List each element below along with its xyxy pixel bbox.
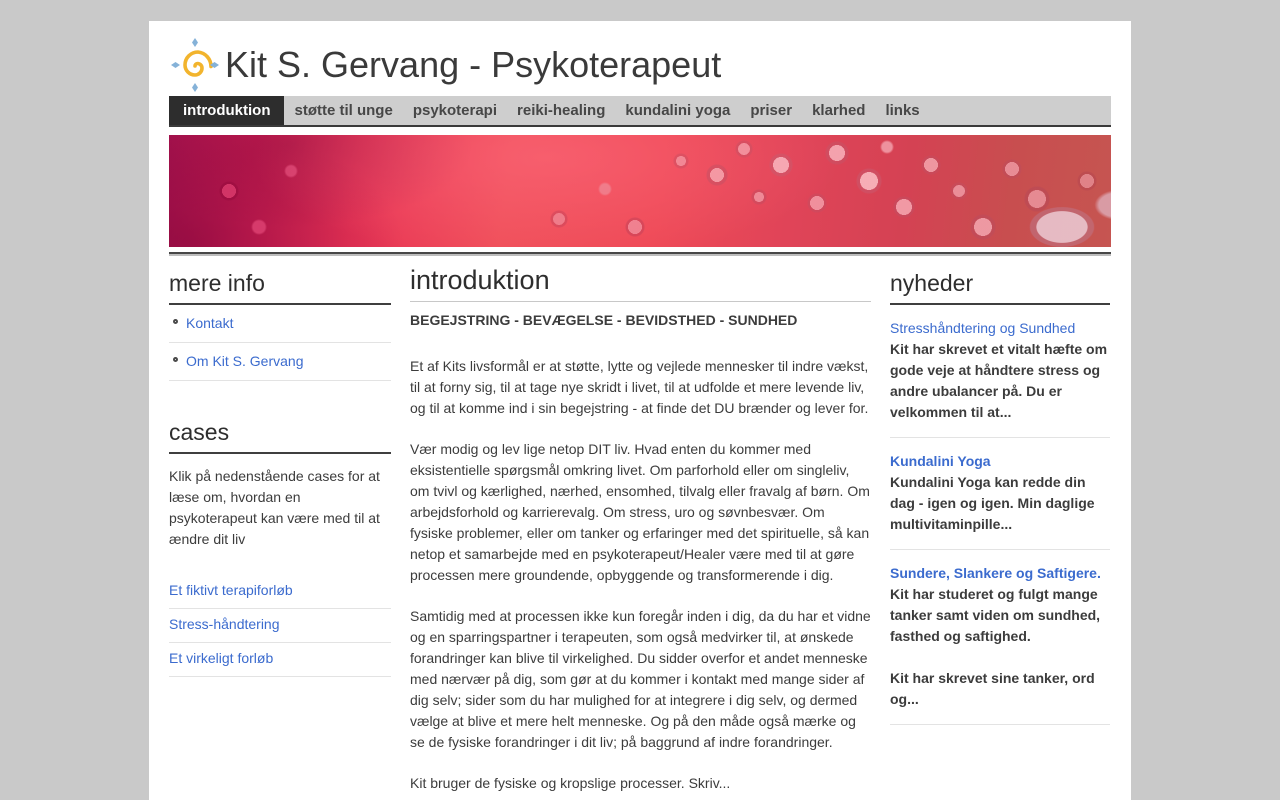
sidebar-left: mere info Kontakt Om Kit S. Gervang case… [169,270,391,800]
nav-item-psykoterapi[interactable]: psykoterapi [403,96,507,125]
list-item: Et virkeligt forløb [169,643,391,677]
link-sundere-slankere-og-saftigere[interactable]: Sundere, Slankere og Saftigere. [890,563,1110,584]
news-item: Stresshåndtering og Sundhed Kit har skre… [890,305,1110,438]
list-item: Stress-håndtering [169,609,391,643]
page-title: Kit S. Gervang - Psykoterapeut [225,43,722,85]
main-heading: introduktion [410,267,871,302]
list-item: Et fiktivt terapiforløb [169,575,391,609]
sidebar-news: nyheder Stresshåndtering og Sundhed Kit … [890,270,1110,800]
page-panel: Kit S. Gervang - Psykoterapeut introdukt… [149,21,1131,800]
main-nav: introduktion støtte til unge psykoterapi… [169,96,1111,127]
news-title: nyheder [890,270,1110,305]
cases-title: cases [169,419,391,454]
spiral-sun-logo-icon [171,37,219,92]
bullet-icon [173,357,178,362]
cases-list: Et fiktivt terapiforløb Stress-håndterin… [169,575,391,677]
nav-item-introduktion[interactable]: introduktion [169,96,285,125]
news-body: Kit har skrevet et vitalt hæfte om gode … [890,341,1108,420]
link-et-virkeligt-forloeb[interactable]: Et virkeligt forløb [169,650,273,666]
link-om-kit-s-gervang[interactable]: Om Kit S. Gervang [186,351,303,372]
link-kundalini-yoga[interactable]: Kundalini Yoga [890,451,1110,472]
bullet-icon [173,319,178,324]
hero-image [169,135,1111,247]
news-body: Kundalini Yoga kan redde din dag - igen … [890,474,1095,532]
nav-item-links[interactable]: links [875,96,929,125]
news-item: Sundere, Slankere og Saftigere. Kit har … [890,550,1110,725]
list-item: Kontakt [169,305,391,343]
paragraph: Et af Kits livsformål er at støtte, lytt… [410,358,869,416]
link-stresshaandtering-og-sundhed[interactable]: Stresshåndtering og Sundhed [890,318,1110,339]
tagline: BEGEJSTRING - BEVÆGELSE - BEVIDSTHED - S… [410,312,798,328]
paragraph-partial: Kit bruger de fysiske og kropslige proce… [410,775,731,791]
news-item: Kundalini Yoga Kundalini Yoga kan redde … [890,438,1110,550]
link-kontakt[interactable]: Kontakt [186,313,233,334]
more-info-list: Kontakt Om Kit S. Gervang [169,305,391,381]
content-columns: mere info Kontakt Om Kit S. Gervang case… [149,256,1131,800]
paragraph: Samtidig med at processen ikke kun foreg… [410,608,871,750]
cases-section: cases Klik på nedenstående cases for at … [169,419,391,677]
nav-item-reiki-healing[interactable]: reiki-healing [507,96,615,125]
list-item: Om Kit S. Gervang [169,343,391,381]
more-info-title: mere info [169,270,391,305]
link-et-fiktivt-terapiforloeb[interactable]: Et fiktivt terapiforløb [169,582,293,598]
nav-item-priser[interactable]: priser [740,96,802,125]
nav-item-stoette-til-unge[interactable]: støtte til unge [284,96,402,125]
news-body: Kit har skrevet sine tanker, ord og... [890,670,1095,707]
main-content: introduktion BEGEJSTRING - BEVÆGELSE - B… [410,267,871,800]
link-stress-haandtering[interactable]: Stress-håndtering [169,616,280,632]
site-header: Kit S. Gervang - Psykoterapeut [149,21,1131,96]
nav-item-klarhed[interactable]: klarhed [802,96,875,125]
paragraph: Vær modig og lev lige netop DIT liv. Hva… [410,441,870,583]
nav-item-kundalini-yoga[interactable]: kundalini yoga [615,96,740,125]
news-body: Kit har studeret og fulgt mange tanker s… [890,586,1101,644]
cases-intro: Klik på nedenstående cases for at læse o… [169,468,380,547]
